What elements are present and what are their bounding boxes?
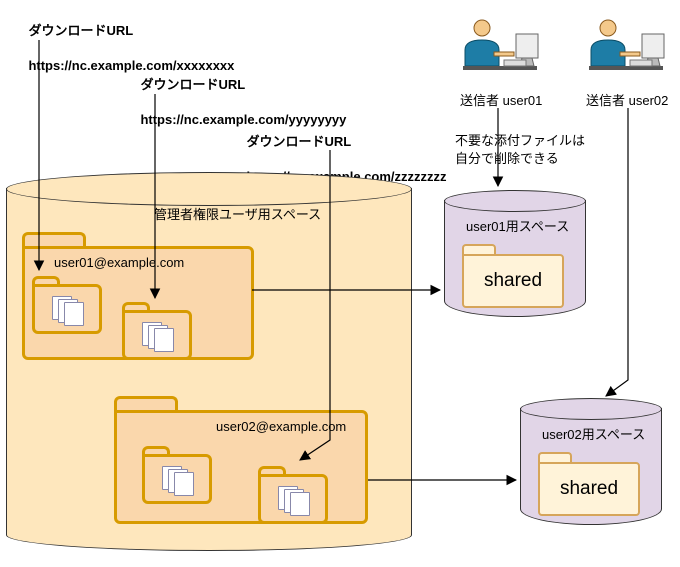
arrow-sender02-to-user02space <box>606 108 628 396</box>
arrow-url3-to-folder <box>300 150 330 460</box>
arrows-overlay <box>0 0 680 567</box>
